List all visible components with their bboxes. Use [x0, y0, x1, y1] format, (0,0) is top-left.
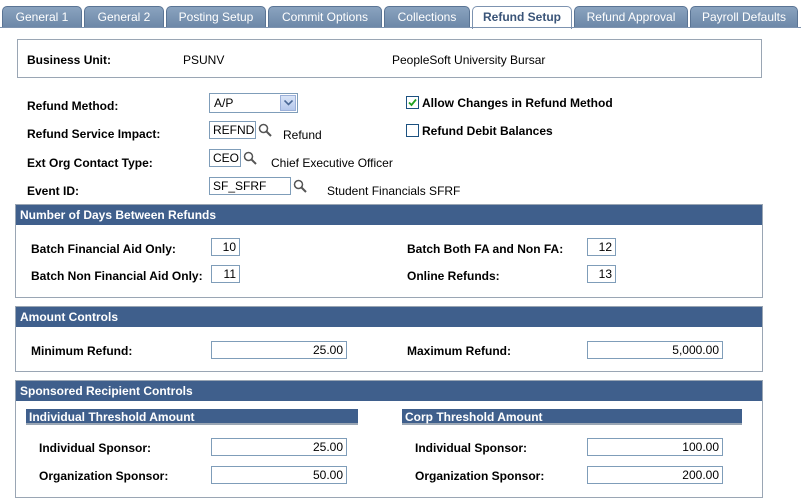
- refund-method-value: A/P: [214, 96, 234, 110]
- ext-org-input[interactable]: CEO: [209, 149, 241, 167]
- refund-method-select[interactable]: A/P: [209, 93, 298, 113]
- batch-fa-only-input[interactable]: 10: [211, 238, 240, 256]
- refund-debit-checkbox[interactable]: [406, 124, 419, 137]
- tab-general-1[interactable]: General 1: [2, 6, 82, 27]
- magnifier-icon[interactable]: [258, 123, 272, 137]
- individual-threshold-header: Individual Threshold Amount: [26, 409, 358, 425]
- ind-individual-sponsor-label: Individual Sponsor:: [39, 441, 152, 455]
- ind-individual-sponsor-input[interactable]: 25.00: [211, 438, 347, 456]
- tab-refund-approval[interactable]: Refund Approval: [574, 6, 688, 27]
- ind-organization-sponsor-input[interactable]: 50.00: [211, 466, 347, 484]
- corp-individual-sponsor-label: Individual Sponsor:: [415, 441, 528, 455]
- tab-payroll-defaults[interactable]: Payroll Defaults: [690, 6, 798, 27]
- corp-organization-sponsor-label: Organization Sponsor:: [415, 469, 545, 483]
- tab-commit-options[interactable]: Commit Options: [268, 6, 382, 27]
- magnifier-icon[interactable]: [293, 179, 307, 193]
- tab-posting-setup[interactable]: Posting Setup: [166, 6, 266, 27]
- batch-non-fa-label: Batch Non Financial Aid Only:: [31, 269, 203, 283]
- tab-divider: [0, 27, 801, 28]
- ext-org-description: Chief Executive Officer: [271, 156, 393, 170]
- amount-controls-group: Amount Controls: [15, 306, 763, 372]
- ext-org-label: Ext Org Contact Type:: [27, 156, 153, 170]
- online-refunds-label: Online Refunds:: [407, 269, 500, 283]
- allow-changes-checkbox[interactable]: [406, 96, 419, 109]
- refund-debit-label: Refund Debit Balances: [422, 124, 553, 138]
- online-refunds-input[interactable]: 13: [587, 265, 616, 283]
- business-unit-label: Business Unit:: [27, 53, 112, 67]
- maximum-refund-input[interactable]: 5,000.00: [587, 341, 723, 359]
- tab-collections[interactable]: Collections: [384, 6, 470, 27]
- maximum-refund-label: Maximum Refund:: [407, 344, 512, 358]
- checkmark-icon: [408, 98, 417, 107]
- event-id-description: Student Financials SFRF: [327, 184, 461, 198]
- days-between-refunds-title: Number of Days Between Refunds: [16, 205, 762, 225]
- batch-fa-only-label: Batch Financial Aid Only:: [31, 242, 176, 256]
- amount-controls-title: Amount Controls: [16, 307, 762, 327]
- event-id-input[interactable]: SF_SFRF: [209, 177, 291, 195]
- business-unit-value: PSUNV: [183, 53, 225, 67]
- tab-refund-setup[interactable]: Refund Setup: [472, 6, 572, 29]
- chevron-down-icon[interactable]: [280, 95, 296, 111]
- corp-threshold-header: Corp Threshold Amount: [402, 409, 742, 425]
- business-unit-description: PeopleSoft University Bursar: [392, 53, 546, 67]
- batch-non-fa-input[interactable]: 11: [211, 265, 240, 283]
- service-impact-label: Refund Service Impact:: [27, 127, 161, 141]
- batch-both-label: Batch Both FA and Non FA:: [407, 242, 564, 256]
- service-impact-description: Refund: [283, 128, 322, 142]
- refund-method-label: Refund Method:: [27, 99, 119, 113]
- allow-changes-label: Allow Changes in Refund Method: [422, 96, 613, 110]
- batch-both-input[interactable]: 12: [587, 238, 616, 256]
- event-id-label: Event ID:: [27, 184, 80, 198]
- corp-individual-sponsor-input[interactable]: 100.00: [587, 438, 723, 456]
- business-unit-box: [17, 39, 762, 78]
- minimum-refund-label: Minimum Refund:: [31, 344, 133, 358]
- corp-organization-sponsor-input[interactable]: 200.00: [587, 466, 723, 484]
- service-impact-input[interactable]: REFND: [209, 121, 256, 139]
- minimum-refund-input[interactable]: 25.00: [211, 341, 347, 359]
- tab-general-2[interactable]: General 2: [84, 6, 164, 27]
- ind-organization-sponsor-label: Organization Sponsor:: [39, 469, 169, 483]
- sponsored-recipient-title: Sponsored Recipient Controls: [16, 381, 762, 401]
- magnifier-icon[interactable]: [243, 151, 257, 165]
